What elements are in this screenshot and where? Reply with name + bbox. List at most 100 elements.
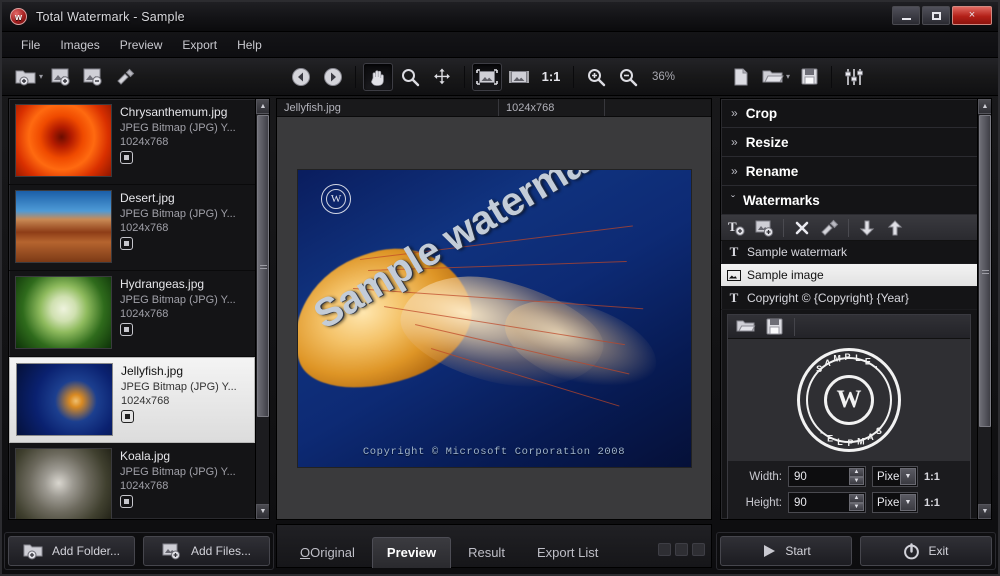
width-decrement-icon[interactable]: ▼ (849, 477, 864, 486)
height-decrement-icon[interactable]: ▼ (849, 503, 864, 512)
tab-preview[interactable]: Preview (372, 537, 451, 568)
width-increment-icon[interactable]: ▲ (849, 468, 864, 477)
start-button[interactable]: Start (720, 536, 852, 566)
width-stepper[interactable]: ▲ ▼ (788, 466, 866, 487)
move-watermark-down-button[interactable] (853, 217, 881, 239)
application-window: w Total Watermark - Sample × File Images… (0, 0, 1000, 576)
height-unit-select[interactable]: Pixe ▼ (872, 492, 918, 513)
zoom-in-button[interactable] (581, 63, 611, 91)
section-watermarks[interactable]: ˇ Watermarks (721, 186, 977, 215)
close-button[interactable]: × (952, 6, 992, 25)
exit-button[interactable]: Exit (860, 536, 992, 566)
delete-watermark-button[interactable] (788, 217, 816, 239)
file-list-item[interactable]: Koala.jpg JPEG Bitmap (JPG) Y... 1024x76… (9, 443, 255, 519)
file-name: Hydrangeas.jpg (120, 277, 249, 291)
watermark-image-preview[interactable]: W S A M P L E · S A M P L E · (728, 339, 970, 461)
add-folder-dropdown-caret[interactable]: ▾ (39, 72, 43, 81)
section-crop[interactable]: » Crop (721, 99, 977, 128)
scroll-down-icon[interactable]: ▼ (256, 504, 270, 519)
preview-canvas[interactable]: W Sample watermark Copyright © Microsoft… (277, 117, 711, 519)
file-list-item[interactable]: Hydrangeas.jpg JPEG Bitmap (JPG) Y... 10… (9, 271, 255, 357)
zoom-out-button[interactable] (613, 63, 643, 91)
tab-export-list[interactable]: Export List (522, 537, 613, 568)
section-rename[interactable]: » Rename (721, 157, 977, 186)
scroll-up-icon[interactable]: ▲ (256, 99, 270, 114)
preview-image[interactable]: W Sample watermark Copyright © Microsoft… (298, 170, 691, 467)
menu-item-images[interactable]: Images (51, 34, 108, 56)
open-profile-button[interactable] (758, 63, 788, 91)
open-watermark-image-button[interactable] (732, 316, 760, 338)
scroll-up-icon[interactable]: ▲ (978, 99, 992, 114)
width-input[interactable] (789, 471, 847, 483)
file-metadata-icon (120, 151, 133, 164)
minimize-button[interactable] (892, 6, 920, 25)
file-list-item-selected[interactable]: Jellyfish.jpg JPEG Bitmap (JPG) Y... 102… (9, 357, 255, 443)
menu-item-help[interactable]: Help (228, 34, 271, 56)
scroll-down-icon[interactable]: ▼ (978, 504, 992, 519)
toolbar-separator (573, 66, 574, 88)
next-image-button[interactable] (318, 63, 348, 91)
tab-result[interactable]: Result (453, 537, 520, 568)
settings-scrollbar[interactable]: ▲ ▼ (977, 99, 991, 519)
preview-tabs: OOriginal Preview Result Export List (276, 524, 712, 568)
width-unit-select[interactable]: Pixe ▼ (872, 466, 918, 487)
file-list-item[interactable]: Chrysanthemum.jpg JPEG Bitmap (JPG) Y...… (9, 99, 255, 185)
previous-image-button[interactable] (286, 63, 316, 91)
toolbar-separator (848, 219, 849, 237)
remove-images-button[interactable] (79, 63, 109, 91)
new-profile-button[interactable] (726, 63, 756, 91)
add-image-watermark-button[interactable] (751, 217, 779, 239)
tab-option-button-3[interactable] (692, 543, 705, 556)
file-list-scrollbar[interactable]: ▲ ▼ (255, 99, 269, 519)
actual-size-button[interactable]: 1:1 (536, 63, 566, 91)
add-files-button-bottom[interactable]: Add Files... (143, 536, 270, 566)
clear-list-button[interactable] (111, 63, 141, 91)
maximize-button[interactable] (922, 6, 950, 25)
add-folder-button-bottom[interactable]: Add Folder... (8, 536, 135, 566)
open-profile-dropdown-caret[interactable]: ▾ (786, 72, 790, 81)
preview-status-extra (605, 99, 711, 116)
tab-option-button-2[interactable] (675, 543, 688, 556)
file-list[interactable]: Chrysanthemum.jpg JPEG Bitmap (JPG) Y...… (9, 99, 255, 519)
chevron-down-icon: ˇ (731, 193, 735, 207)
height-input[interactable] (789, 497, 847, 509)
file-dimensions: 1024x768 (120, 480, 249, 492)
add-folder-button[interactable] (11, 63, 41, 91)
save-profile-button[interactable] (794, 63, 824, 91)
toolbar-separator (831, 66, 832, 88)
move-watermark-up-button[interactable] (881, 217, 909, 239)
file-dimensions: 1024x768 (120, 222, 249, 234)
move-tool-button[interactable] (427, 63, 457, 91)
chevron-down-icon[interactable]: ▼ (900, 494, 916, 511)
menu-item-preview[interactable]: Preview (111, 34, 172, 56)
height-increment-icon[interactable]: ▲ (849, 494, 864, 503)
width-ratio-button[interactable]: 1:1 (924, 471, 940, 483)
menu-item-file[interactable]: File (12, 34, 49, 56)
scrollbar-thumb[interactable] (257, 115, 269, 417)
add-files-label: Add Files... (191, 544, 251, 558)
file-list-item[interactable]: Desert.jpg JPEG Bitmap (JPG) Y... 1024x7… (9, 185, 255, 271)
watermark-list-item-selected[interactable]: Sample image (721, 264, 977, 287)
text-watermark-icon: T (727, 244, 741, 260)
zoom-tool-button[interactable] (395, 63, 425, 91)
chevron-down-icon[interactable]: ▼ (900, 468, 916, 485)
section-resize[interactable]: » Resize (721, 128, 977, 157)
menu-item-export[interactable]: Export (173, 34, 226, 56)
height-ratio-button[interactable]: 1:1 (924, 497, 940, 509)
height-stepper[interactable]: ▲ ▼ (788, 492, 866, 513)
save-watermark-image-button[interactable] (760, 316, 788, 338)
tab-original[interactable]: OOriginal (285, 537, 370, 568)
watermark-list-item[interactable]: T Copyright © {Copyright} {Year} (721, 287, 977, 310)
add-images-button[interactable] (47, 63, 77, 91)
clear-watermarks-button[interactable] (816, 217, 844, 239)
settings-sliders-button[interactable] (839, 63, 869, 91)
tab-option-button-1[interactable] (658, 543, 671, 556)
fit-to-width-button[interactable] (504, 63, 534, 91)
file-dimensions: 1024x768 (121, 395, 248, 407)
watermark-list-item[interactable]: T Sample watermark (721, 241, 977, 264)
watermark-height-row: Height: ▲ ▼ Pixe ▼ 1:1 (728, 487, 970, 519)
scrollbar-thumb[interactable] (979, 115, 991, 427)
hand-tool-button[interactable] (363, 63, 393, 91)
add-text-watermark-button[interactable]: T (723, 217, 751, 239)
fit-to-window-button[interactable] (472, 63, 502, 91)
